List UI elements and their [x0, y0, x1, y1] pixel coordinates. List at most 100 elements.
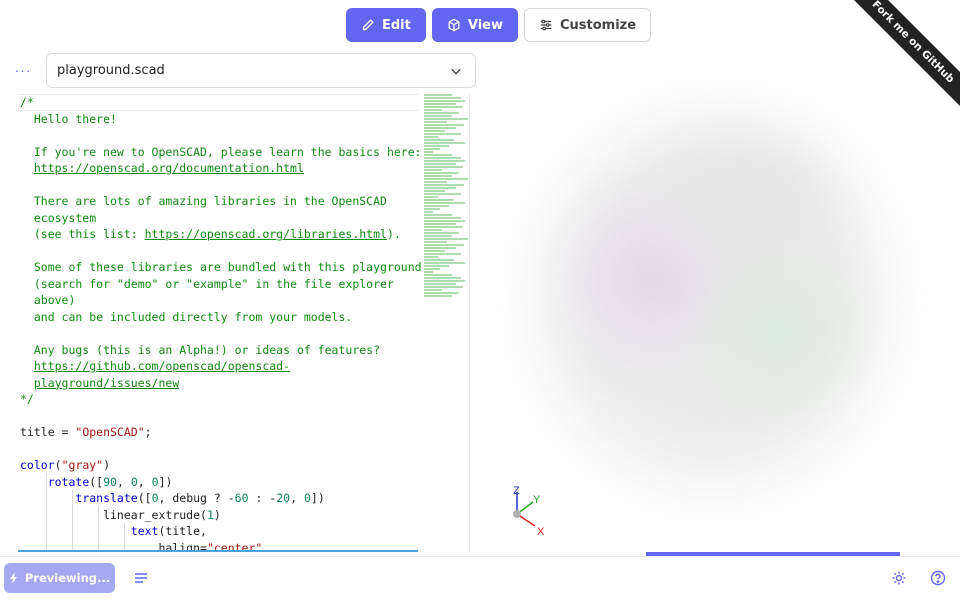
minimap-line	[424, 292, 459, 294]
chevron-down-icon	[451, 68, 461, 75]
minimap-line	[424, 271, 434, 273]
minimap-line	[424, 115, 452, 117]
minimap-line	[424, 166, 464, 168]
minimap-line	[424, 157, 461, 159]
minimap-line	[424, 283, 457, 285]
minimap-line	[424, 127, 457, 129]
code-line: https://openscad.org/documentation.html	[33, 161, 304, 175]
code-line: playground/issues/new	[33, 375, 180, 390]
minimap-line	[424, 94, 452, 96]
minimap-line	[424, 124, 465, 126]
minimap-line	[424, 241, 447, 243]
model-blur-green	[722, 280, 832, 380]
code-line: text(title,	[130, 524, 207, 538]
minimap-line	[424, 142, 466, 144]
code-line: and can be included directly from your m…	[20, 309, 353, 324]
lightning-icon	[9, 572, 17, 584]
minimap-line	[424, 178, 468, 180]
edit-tab-button[interactable]: Edit	[346, 8, 426, 42]
file-selector-dropdown[interactable]: playground.scad	[46, 53, 476, 88]
code-line: translate([0, debug ? -60 : -20, 0])	[75, 491, 325, 505]
mode-tabs: Edit View Customize	[346, 8, 652, 42]
code-line: rotate([90, 0, 0])	[47, 474, 173, 489]
minimap-line	[424, 145, 450, 147]
code-line: above)	[20, 293, 76, 307]
code-minimap[interactable]	[424, 94, 470, 304]
gear-icon[interactable]	[890, 569, 908, 587]
code-line: Any bugs (this is an Alpha!) or ideas of…	[20, 342, 381, 357]
minimap-line	[424, 184, 465, 186]
minimap-line	[424, 109, 443, 111]
cube-icon	[448, 18, 460, 32]
minimap-line	[424, 226, 464, 228]
minimap-line	[424, 160, 466, 162]
minimap-line	[424, 217, 461, 219]
model-blur-gray	[672, 150, 822, 260]
minimap-line	[424, 103, 457, 105]
minimap-line	[424, 277, 461, 279]
minimap-line	[424, 223, 457, 225]
edit-tab-label: Edit	[382, 17, 411, 33]
code-line: There are lots of amazing libraries in t…	[20, 194, 387, 208]
axes-gizmo: Z Y X	[513, 485, 545, 538]
code-line: ecosystem	[20, 210, 97, 225]
minimap-line	[424, 235, 452, 237]
code-line: */	[20, 392, 34, 406]
code-content: /* Hello there! If you're new to OpenSCA…	[20, 94, 422, 552]
code-line: linear_extrude(1)	[20, 507, 221, 522]
minimap-line	[424, 214, 452, 216]
help-icon[interactable]	[929, 569, 947, 587]
code-editor[interactable]: /* Hello there! If you're new to OpenSCA…	[18, 94, 470, 552]
minimap-line	[424, 220, 466, 222]
minimap-line	[424, 286, 464, 288]
3d-viewer[interactable]	[472, 40, 960, 552]
minimap-line	[424, 253, 461, 255]
axis-x-label: X	[537, 526, 545, 538]
minimap-line	[424, 148, 441, 150]
minimap-line	[424, 187, 457, 189]
minimap-line	[424, 190, 445, 192]
code-line: https://github.com/openscad/openscad-	[33, 359, 291, 373]
code-line: /*	[20, 95, 34, 109]
minimap-line	[424, 175, 452, 177]
pencil-icon	[362, 19, 374, 31]
minimap-line	[424, 151, 434, 153]
code-line: color("gray")	[20, 458, 111, 472]
minimap-line	[424, 268, 441, 270]
minimap-line	[424, 112, 459, 114]
minimap-line	[424, 280, 466, 282]
minimap-line	[424, 133, 461, 135]
minimap-line	[424, 295, 452, 297]
minimap-line	[424, 244, 465, 246]
minimap-line	[424, 163, 457, 165]
preview-label: Previewing...	[24, 571, 111, 585]
code-line: title = "OpenSCAD";	[20, 425, 152, 439]
minimap-line	[424, 172, 459, 174]
preview-button[interactable]: Previewing...	[4, 563, 115, 593]
customize-tab-button[interactable]: Customize	[523, 8, 652, 42]
minimap-line	[424, 100, 466, 102]
minimap-line	[424, 247, 457, 249]
minimap-line	[424, 193, 461, 195]
minimap-line	[424, 97, 461, 99]
minimap-line	[424, 232, 459, 234]
minimap-line	[424, 202, 466, 204]
code-line: Hello there!	[20, 111, 117, 126]
minimap-line	[424, 196, 438, 198]
minimap-line	[424, 229, 443, 231]
code-line: (see this list: https://openscad.org/lib…	[20, 227, 401, 241]
editor-scroll-indicator	[18, 550, 418, 552]
minimap-line	[424, 250, 445, 252]
minimap-line	[424, 118, 468, 120]
list-icon[interactable]	[132, 569, 150, 587]
minimap-line	[424, 154, 452, 156]
minimap-line	[424, 121, 447, 123]
file-name: playground.scad	[57, 63, 165, 78]
minimap-line	[424, 274, 452, 276]
minimap-line	[424, 238, 468, 240]
minimap-line	[424, 199, 454, 201]
view-tab-button[interactable]: View	[431, 8, 518, 42]
more-options-button[interactable]: ···	[14, 60, 32, 80]
